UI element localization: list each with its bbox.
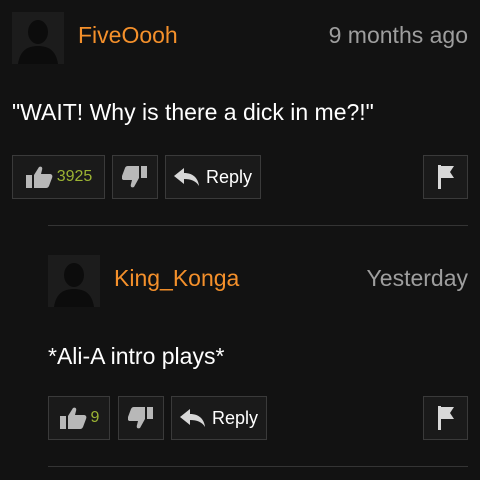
avatar-silhouette-icon bbox=[48, 255, 100, 307]
comment-text: *Ali-A intro plays* bbox=[48, 343, 225, 369]
thumbs-down-icon bbox=[128, 407, 153, 429]
reply-arrow-icon bbox=[179, 409, 205, 427]
timestamp: 9 months ago bbox=[328, 22, 468, 48]
flag-button[interactable] bbox=[423, 396, 468, 440]
reply-button[interactable]: Reply bbox=[165, 155, 261, 199]
comment-text: "WAIT! Why is there a dick in me?!" bbox=[12, 99, 374, 125]
reply-arrow-icon bbox=[173, 168, 199, 186]
avatar[interactable] bbox=[12, 12, 64, 64]
flag-icon bbox=[437, 406, 454, 430]
username[interactable]: King_Konga bbox=[114, 265, 239, 292]
flag-button[interactable] bbox=[423, 155, 468, 199]
thumbs-up-icon bbox=[59, 407, 86, 429]
reply-label: Reply bbox=[205, 166, 253, 187]
like-button[interactable]: 9 bbox=[48, 396, 110, 440]
like-count: 3925 bbox=[56, 168, 93, 185]
flag-icon bbox=[437, 165, 454, 189]
username[interactable]: FiveOooh bbox=[78, 22, 178, 49]
thumbs-down-icon bbox=[122, 166, 147, 188]
timestamp: Yesterday bbox=[366, 265, 468, 291]
avatar[interactable] bbox=[48, 255, 100, 307]
comment: FiveOooh 9 months ago "WAIT! Why is ther… bbox=[0, 0, 480, 226]
comment: King_Konga Yesterday *Ali-A intro plays*… bbox=[0, 226, 480, 480]
dislike-button[interactable] bbox=[118, 396, 164, 440]
reply-button[interactable]: Reply bbox=[171, 396, 267, 440]
like-button[interactable]: 3925 bbox=[12, 155, 105, 199]
thumbs-up-icon bbox=[25, 166, 53, 188]
comment-divider bbox=[48, 466, 468, 467]
reply-label: Reply bbox=[211, 407, 259, 428]
like-count: 9 bbox=[90, 409, 100, 426]
dislike-button[interactable] bbox=[112, 155, 158, 199]
avatar-silhouette-icon bbox=[12, 12, 64, 64]
